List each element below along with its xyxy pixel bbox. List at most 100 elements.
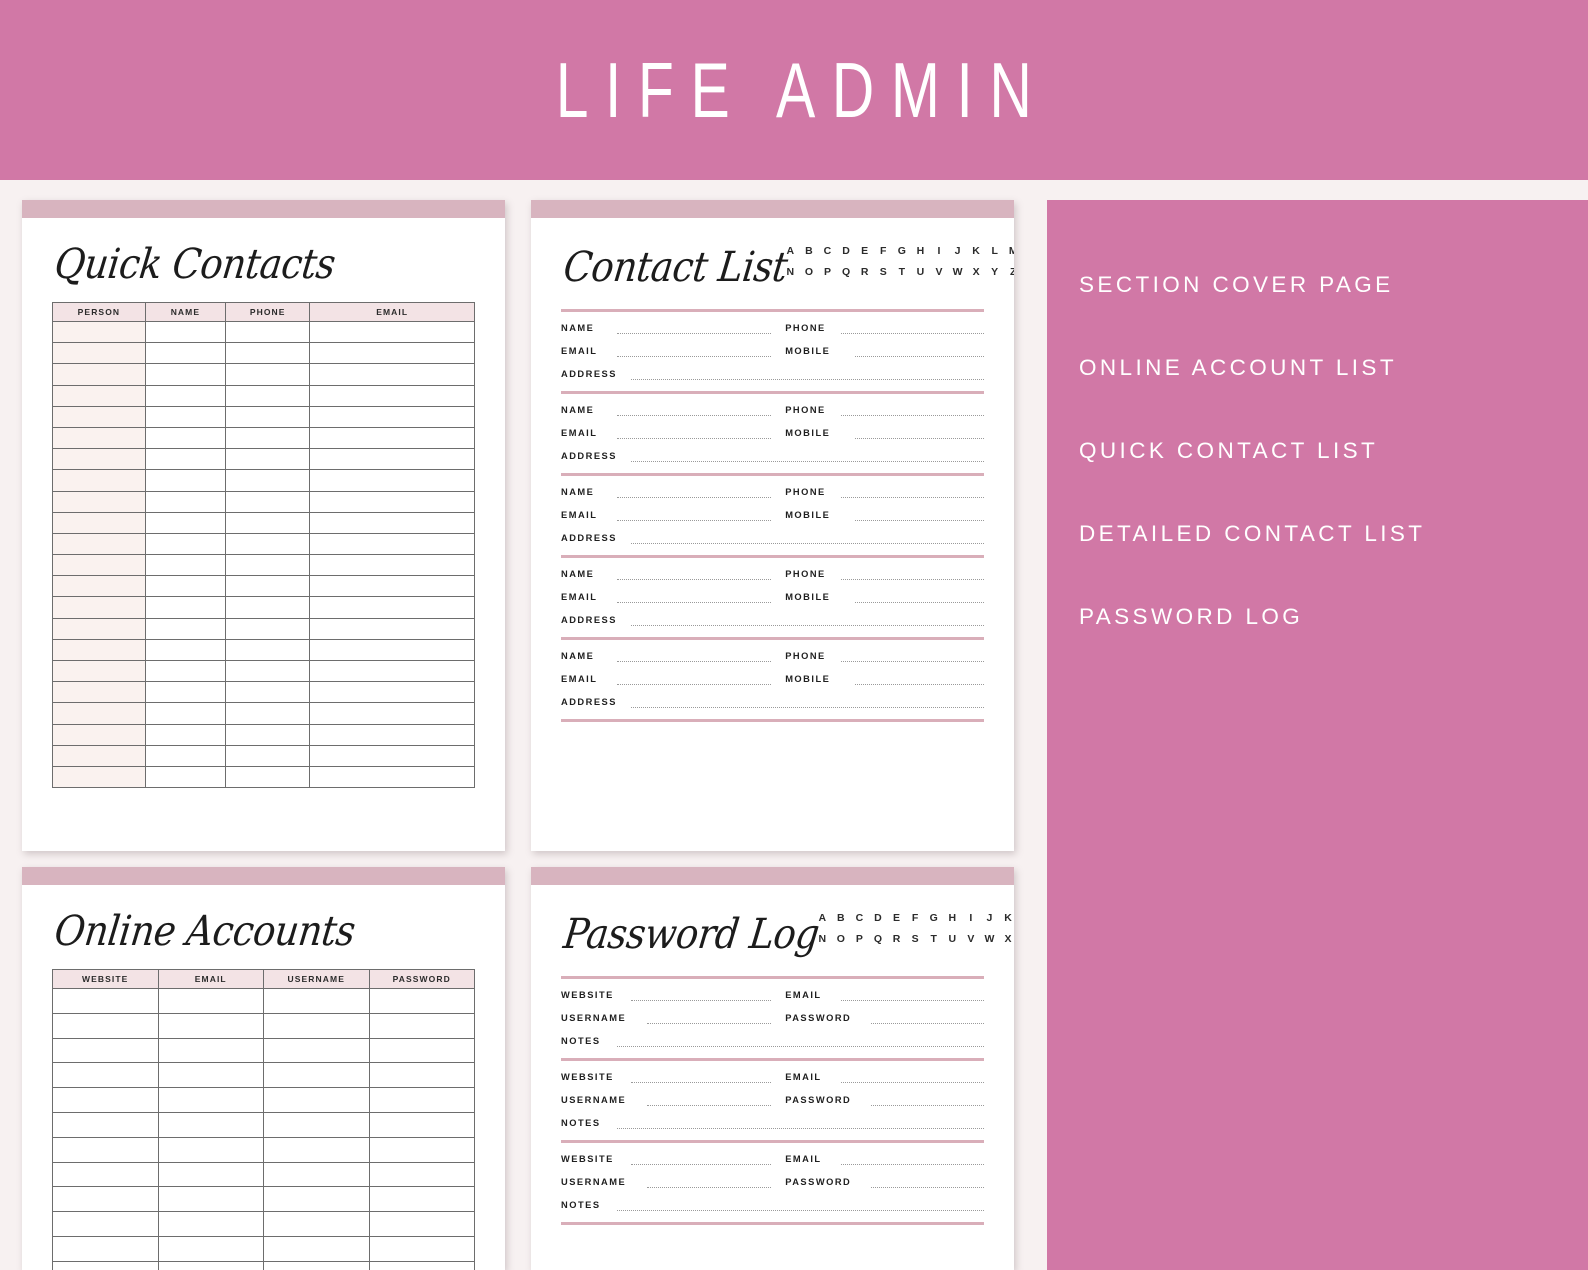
table-cell[interactable]: [52, 1186, 159, 1213]
table-cell[interactable]: [144, 490, 227, 513]
page-preview-password-log[interactable]: Password Log ABCDEFGHIJKLM NOPQRSTUVWXYZ…: [531, 867, 1014, 1270]
table-cell[interactable]: [52, 596, 146, 619]
field-input-email[interactable]: [841, 1154, 984, 1165]
alphabet-letter-q[interactable]: Q: [840, 266, 853, 278]
field-input-mobile[interactable]: [855, 592, 984, 603]
field-input-phone[interactable]: [841, 405, 984, 416]
field-input-mobile[interactable]: [855, 346, 984, 357]
table-cell[interactable]: [52, 744, 146, 767]
table-cell[interactable]: [224, 448, 311, 471]
table-cell[interactable]: [309, 448, 475, 471]
table-cell[interactable]: [157, 1161, 264, 1188]
table-cell[interactable]: [52, 384, 146, 407]
table-cell[interactable]: [224, 575, 311, 598]
alphabet-letter-v[interactable]: V: [965, 933, 978, 945]
table-cell[interactable]: [144, 723, 227, 746]
alphabet-letter-w[interactable]: W: [983, 933, 996, 945]
page-preview-quick-contacts[interactable]: Quick Contacts PERSON NAME PHONE EMAIL: [22, 200, 505, 851]
table-cell[interactable]: [263, 988, 370, 1014]
table-cell[interactable]: [157, 1136, 264, 1163]
table-cell[interactable]: [144, 405, 227, 428]
table-cell[interactable]: [157, 1111, 264, 1138]
table-cell[interactable]: [144, 554, 227, 577]
field-input-mobile[interactable]: [855, 510, 984, 521]
table-row[interactable]: [52, 448, 475, 471]
field-input-website[interactable]: [631, 990, 772, 1001]
alphabet-letter-u[interactable]: U: [946, 933, 959, 945]
table-cell[interactable]: [52, 448, 146, 471]
table-cell[interactable]: [144, 342, 227, 365]
alphabet-letter-h[interactable]: H: [946, 912, 959, 924]
table-cell[interactable]: [368, 1161, 475, 1188]
alphabet-letter-w[interactable]: W: [951, 266, 964, 278]
table-row[interactable]: [52, 490, 475, 513]
table-row[interactable]: [52, 384, 475, 407]
table-cell[interactable]: [368, 1211, 475, 1237]
field-email[interactable]: EMAIL: [785, 989, 984, 1001]
table-cell[interactable]: [224, 384, 311, 407]
alphabet-letter-c[interactable]: C: [821, 245, 834, 257]
table-cell[interactable]: [368, 1087, 475, 1113]
alphabet-letter-f[interactable]: F: [909, 912, 922, 924]
field-website[interactable]: WEBSITE: [561, 989, 785, 1001]
table-cell[interactable]: [309, 681, 475, 704]
table-cell[interactable]: [368, 1260, 475, 1270]
table-row[interactable]: [52, 702, 475, 725]
alphabet-letter-k[interactable]: K: [1002, 912, 1014, 924]
table-cell[interactable]: [263, 1186, 370, 1213]
field-input-address[interactable]: [631, 451, 984, 462]
alphabet-letter-f[interactable]: F: [877, 245, 890, 257]
alphabet-letter-u[interactable]: U: [914, 266, 927, 278]
table-cell[interactable]: [263, 1235, 370, 1262]
table-cell[interactable]: [52, 405, 146, 428]
table-cell[interactable]: [224, 702, 311, 725]
table-cell[interactable]: [263, 1136, 370, 1163]
field-mobile[interactable]: MOBILE: [785, 345, 984, 357]
alphabet-letter-t[interactable]: T: [895, 266, 908, 278]
field-address[interactable]: ADDRESS: [561, 614, 984, 626]
field-input-phone[interactable]: [841, 651, 984, 662]
field-email[interactable]: EMAIL: [561, 427, 785, 439]
field-name[interactable]: NAME: [561, 404, 785, 416]
table-row[interactable]: [52, 638, 475, 662]
field-website[interactable]: WEBSITE: [561, 1071, 785, 1083]
field-input-mobile[interactable]: [855, 428, 984, 439]
field-input-mobile[interactable]: [855, 674, 984, 685]
table-cell[interactable]: [263, 1087, 370, 1113]
field-input-password[interactable]: [871, 1095, 984, 1106]
table-cell[interactable]: [224, 659, 311, 683]
alphabet-letter-d[interactable]: D: [872, 912, 885, 924]
table-cell[interactable]: [309, 490, 475, 513]
table-row[interactable]: [52, 342, 475, 365]
table-cell[interactable]: [309, 617, 475, 640]
table-cell[interactable]: [52, 723, 146, 746]
table-cell[interactable]: [157, 1235, 264, 1262]
alphabet-letter-g[interactable]: G: [927, 912, 940, 924]
field-input-email[interactable]: [617, 674, 772, 685]
table-cell[interactable]: [309, 320, 475, 344]
table-cell[interactable]: [368, 1111, 475, 1138]
table-row[interactable]: [52, 363, 475, 386]
field-phone[interactable]: PHONE: [785, 568, 984, 580]
table-cell[interactable]: [52, 320, 146, 344]
table-cell[interactable]: [309, 511, 475, 534]
field-input-name[interactable]: [617, 569, 772, 580]
table-row[interactable]: [52, 1062, 475, 1089]
field-username[interactable]: USERNAME: [561, 1012, 785, 1024]
alphabet-letter-k[interactable]: K: [970, 245, 983, 257]
field-address[interactable]: ADDRESS: [561, 532, 984, 544]
table-row[interactable]: [52, 744, 475, 767]
field-mobile[interactable]: MOBILE: [785, 591, 984, 603]
field-notes[interactable]: NOTES: [561, 1117, 984, 1129]
field-input-username[interactable]: [647, 1013, 772, 1024]
table-cell[interactable]: [52, 1260, 159, 1270]
field-email[interactable]: EMAIL: [785, 1153, 984, 1165]
table-row[interactable]: [52, 1161, 475, 1188]
field-input-name[interactable]: [617, 323, 772, 334]
table-cell[interactable]: [224, 490, 311, 513]
table-cell[interactable]: [157, 1186, 264, 1213]
field-input-email[interactable]: [617, 592, 772, 603]
field-mobile[interactable]: MOBILE: [785, 509, 984, 521]
alphabet-letter-m[interactable]: M: [1007, 245, 1014, 257]
field-password[interactable]: PASSWORD: [785, 1094, 984, 1106]
